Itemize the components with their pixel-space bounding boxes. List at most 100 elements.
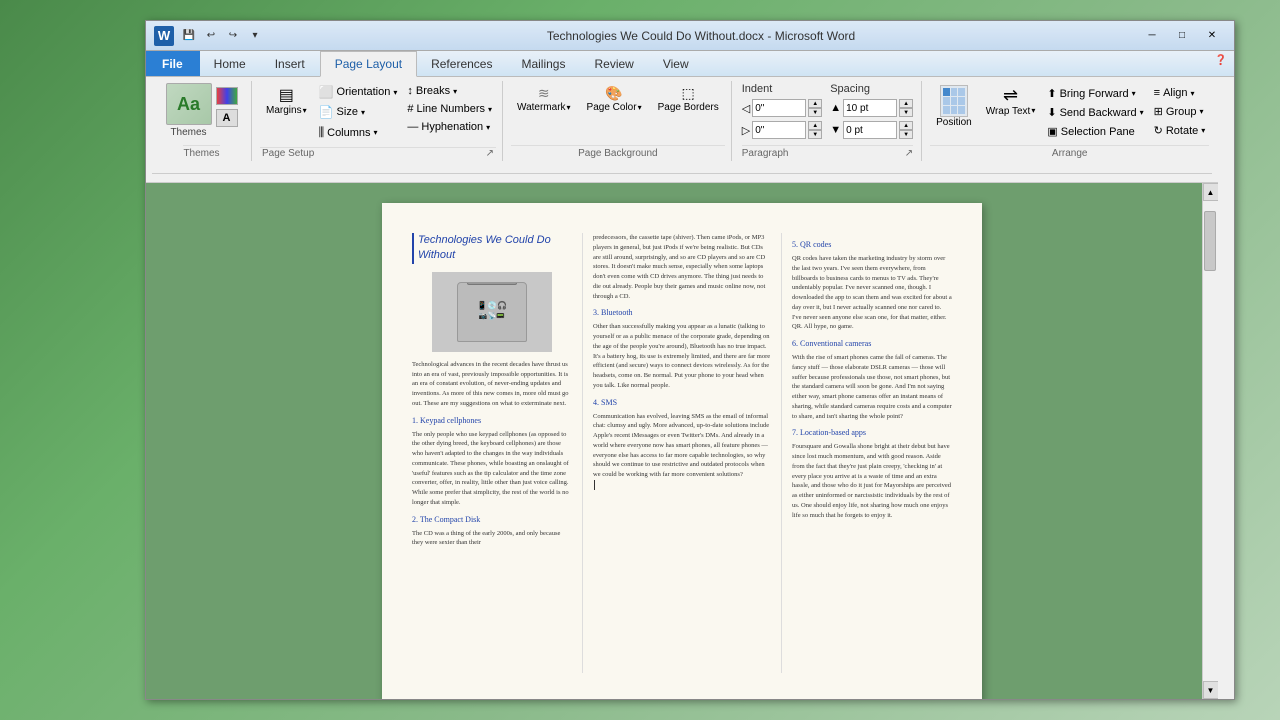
position-btn[interactable]: Position [930,83,978,130]
orientation-btn[interactable]: ⬜ Orientation ▾ [315,83,402,101]
scroll-thumb[interactable] [1204,211,1216,271]
tab-file[interactable]: File [146,51,200,76]
doc-section5-title: 5. QR codes [792,239,952,251]
scrollbar-vertical[interactable]: ▲ ▼ [1202,183,1218,699]
close-btn[interactable]: ✕ [1198,26,1226,46]
spacing-after-spin[interactable]: ▲ ▼ [899,121,913,139]
margins-label-row: Margins ▾ [266,105,307,116]
send-backward-btn[interactable]: ⬇ Send Backward ▾ [1043,104,1147,121]
ruler [146,165,1218,183]
wrap-text-icon: ⇌ [1003,85,1018,106]
doc-middle-top: predecessors, the cassette tape (shiver)… [593,233,771,301]
indent-right-icon: ▷ [742,124,750,137]
tab-view[interactable]: View [649,51,704,76]
word-window: W 💾 ↩ ↪ ▾ Technologies We Could Do Witho… [145,20,1235,700]
spacing-before-spin[interactable]: ▲ ▼ [899,99,913,117]
orientation-icon: ⬜ [319,85,334,99]
doc-section4-text: Communication has evolved, leaving SMS a… [593,412,771,480]
indent-left-input[interactable]: 0" [752,99,806,117]
doc-section2-title: 2. The Compact Disk [412,514,572,526]
help-btn[interactable]: ❓ [1212,51,1230,69]
paragraph-group: Indent ◁ 0" ▲ ▼ ▷ [734,81,922,161]
watermark-btn[interactable]: ≋ Watermark ▾ [511,83,577,115]
spacing-before-icon: ▲ [830,102,841,114]
rotate-icon: ↻ [1154,124,1163,137]
tab-review[interactable]: Review [580,51,648,76]
save-quick-btn[interactable]: 💾 [180,27,198,45]
themes-group-label: Themes [183,145,219,159]
watermark-icon: ≋ [538,85,550,102]
spacing-after-field: ▼ 0 pt ▲ ▼ [830,121,913,139]
maximize-btn[interactable]: □ [1168,26,1196,46]
themes-group: Aa Themes A Themes [152,81,252,161]
minimize-btn[interactable]: ─ [1138,26,1166,46]
position-icon [940,85,968,117]
spacing-after-icon: ▼ [830,124,841,136]
rotate-btn[interactable]: ↻ Rotate ▾ [1150,122,1210,139]
hyphenation-btn[interactable]: — Hyphenation ▾ [403,119,496,135]
undo-quick-btn[interactable]: ↩ [202,27,220,45]
page-borders-btn[interactable]: ⬚ Page Borders [652,83,725,115]
scroll-track[interactable] [1204,201,1218,681]
doc-intro-text: Technological advances in the recent dec… [412,360,572,409]
scroll-up-btn[interactable]: ▲ [1203,183,1219,201]
group-icon: ⊞ [1154,105,1163,118]
indent-right-spin[interactable]: ▲ ▼ [808,121,822,139]
redo-quick-btn[interactable]: ↪ [224,27,242,45]
columns-btn[interactable]: ⫼ Columns ▾ [315,123,402,142]
page-color-icon: 🎨 [605,85,622,102]
doc-left-body: Technological advances in the recent dec… [412,360,572,548]
page-borders-icon: ⬚ [682,85,695,102]
align-col: ≡ Align ▾ ⊞ Group ▾ ↻ Rotate ▾ [1150,83,1210,139]
paragraph-launcher[interactable]: ↗ [905,148,913,159]
margins-btn[interactable]: ▤ Margins ▾ [260,83,313,118]
spacing-after-input[interactable]: 0 pt [843,121,897,139]
doc-section6-text: With the rise of smart phones came the f… [792,353,952,421]
tab-mailings[interactable]: Mailings [507,51,580,76]
page-setup-launcher[interactable]: ↗ [486,148,494,159]
theme-colors-btn[interactable] [216,87,238,105]
size-btn[interactable]: 📄 Size ▾ [315,103,402,121]
doc-section1-title: 1. Keypad cellphones [412,415,572,427]
tab-home[interactable]: Home [200,51,261,76]
title-bar: W 💾 ↩ ↪ ▾ Technologies We Could Do Witho… [146,21,1234,51]
wrap-text-btn[interactable]: ⇌ Wrap Text ▾ [980,83,1042,119]
doc-col-left: Technologies We Could Do Without 📱💿🎧 📷📡📟… [412,233,572,673]
line-numbers-icon: # [407,103,413,115]
tab-references[interactable]: References [417,51,507,76]
breaks-col: ↕ Breaks ▾ # Line Numbers ▾ — Hyphenatio… [403,83,496,135]
arrange-group-label: Arrange [930,145,1209,159]
group-btn[interactable]: ⊞ Group ▾ [1150,103,1210,120]
indent-left-icon: ◁ [742,102,750,115]
text-cursor [594,480,595,490]
indent-right-input[interactable]: 0" [752,121,806,139]
window-title: Technologies We Could Do Without.docx - … [264,29,1138,43]
align-btn[interactable]: ≡ Align ▾ [1150,85,1210,101]
selection-pane-btn[interactable]: ▣ Selection Pane [1043,123,1147,140]
line-numbers-btn[interactable]: # Line Numbers ▾ [403,101,496,117]
tab-insert[interactable]: Insert [261,51,320,76]
indent-left-spin[interactable]: ▲ ▼ [808,99,822,117]
order-col: ⬆ Bring Forward ▾ ⬇ Send Backward ▾ ▣ Se… [1043,83,1147,140]
page-background-group: ≋ Watermark ▾ 🎨 Page Color ▾ ⬚ Page Bord… [505,81,732,161]
doc-section3-text: Other than successfully making you appea… [593,322,771,390]
ribbon-content: Aa Themes A Themes ▤ Margins ▾ [146,77,1234,165]
spacing-before-input[interactable]: 10 pt [843,99,897,117]
doc-section7-text: Foursquare and Gowalla shone bright at t… [792,442,952,520]
doc-middle-body: predecessors, the cassette tape (shiver)… [593,233,771,490]
theme-fonts-btn[interactable]: A [216,109,238,127]
customize-quick-btn[interactable]: ▾ [246,27,264,45]
orientation-col: ⬜ Orientation ▾ 📄 Size ▾ ⫼ Columns ▾ [315,83,402,142]
page-color-btn[interactable]: 🎨 Page Color ▾ [581,83,648,115]
doc-section4-title: 4. SMS [593,397,771,409]
scroll-down-btn[interactable]: ▼ [1203,681,1219,699]
breaks-btn[interactable]: ↕ Breaks ▾ [403,83,496,99]
bring-forward-btn[interactable]: ⬆ Bring Forward ▾ [1043,85,1147,102]
page-background-group-label: Page Background [511,145,725,159]
page-setup-group: ▤ Margins ▾ ⬜ Orientation ▾ 📄 Siz [254,81,503,161]
breaks-icon: ↕ [407,85,413,97]
themes-btn[interactable]: Aa [166,83,212,125]
selection-pane-icon: ▣ [1047,125,1057,138]
document-page: Technologies We Could Do Without 📱💿🎧 📷📡📟… [382,203,982,699]
tab-page-layout[interactable]: Page Layout [320,51,417,77]
